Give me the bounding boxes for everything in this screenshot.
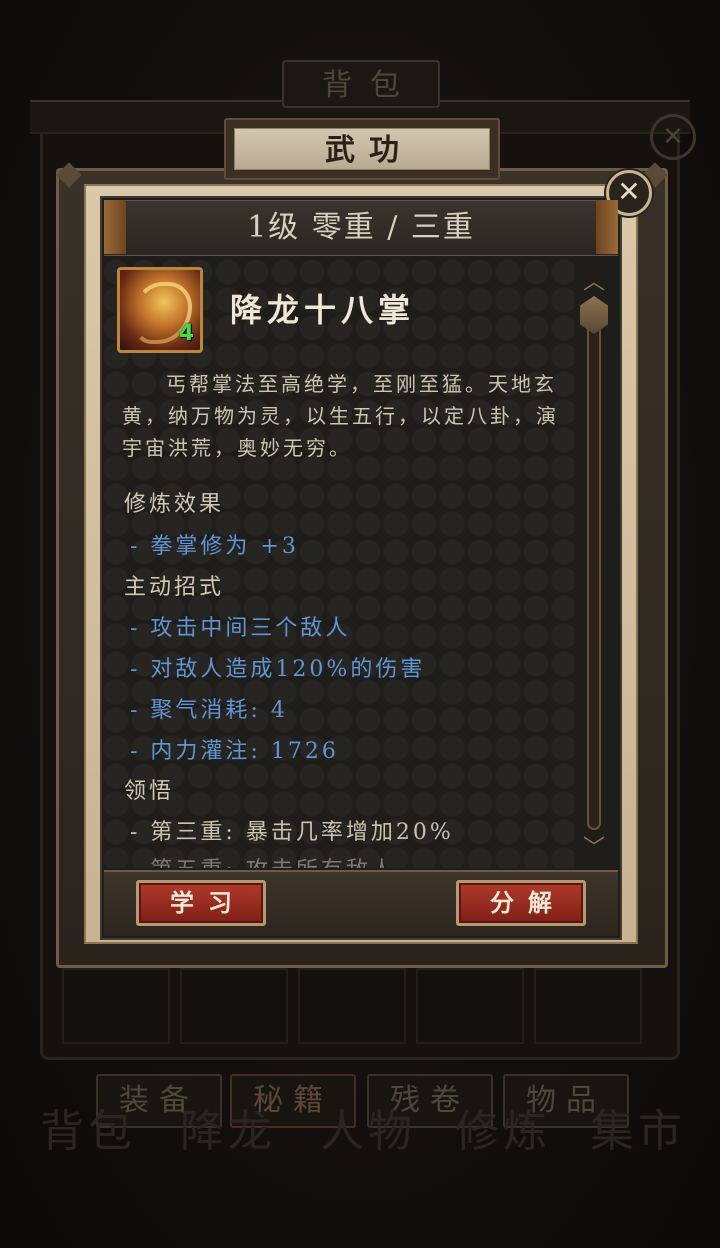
effect-item: - 拳掌修为 +3 [130, 534, 299, 559]
nav-bag[interactable]: 背包 [40, 1110, 136, 1154]
nav-cultivate[interactable]: 修炼 [455, 1110, 551, 1154]
nav-character[interactable]: 人物 [320, 1110, 416, 1154]
skill-description: 丐帮掌法至高绝学，至刚至猛。天地玄黄，纳万物为灵，以生五行，以定八卦，演宇宙洪荒… [122, 372, 559, 460]
nav-market[interactable]: 集市 [590, 1110, 686, 1154]
scroll-down-icon[interactable]: ﹀ [582, 838, 606, 860]
dialog-title-plate: 武功 [224, 118, 500, 180]
decompose-button[interactable]: 分解 [456, 880, 586, 926]
insight-item: - 第三重: 暴击几率增加20% [130, 820, 454, 845]
scrollbar-track[interactable] [587, 306, 601, 830]
bag-close-icon[interactable]: ✕ [650, 114, 696, 160]
skill-name: 降龙十八掌 [230, 291, 416, 329]
level-bar-cap-left [104, 200, 126, 254]
section-title-active: 主动招式 [124, 575, 225, 600]
dialog-title: 武功 [234, 128, 490, 170]
skill-count: 4 [178, 321, 194, 346]
skill-icon: 4 [117, 267, 203, 353]
active-item: - 聚气消耗: 4 [130, 698, 288, 723]
level-bar: 1级 零重 / 三重 [104, 200, 618, 256]
active-item: - 内力灌注: 1726 [130, 739, 339, 764]
section-title-effect: 修炼效果 [124, 492, 225, 517]
level-bar-cap-right [596, 200, 618, 254]
active-item: - 攻击中间三个敌人 [130, 616, 351, 641]
nav-skill[interactable]: 降龙 [180, 1110, 276, 1154]
active-item: - 对敌人造成120%的伤害 [130, 657, 426, 682]
learn-button[interactable]: 学习 [136, 880, 266, 926]
bag-title: 背包 [282, 60, 440, 108]
section-title-insight: 领悟 [124, 779, 175, 804]
insight-item: - 第五重: 攻击所有敌人 [130, 852, 396, 868]
scroll-up-icon[interactable]: ︿ [582, 272, 606, 294]
bag-slot-row [62, 968, 658, 1048]
